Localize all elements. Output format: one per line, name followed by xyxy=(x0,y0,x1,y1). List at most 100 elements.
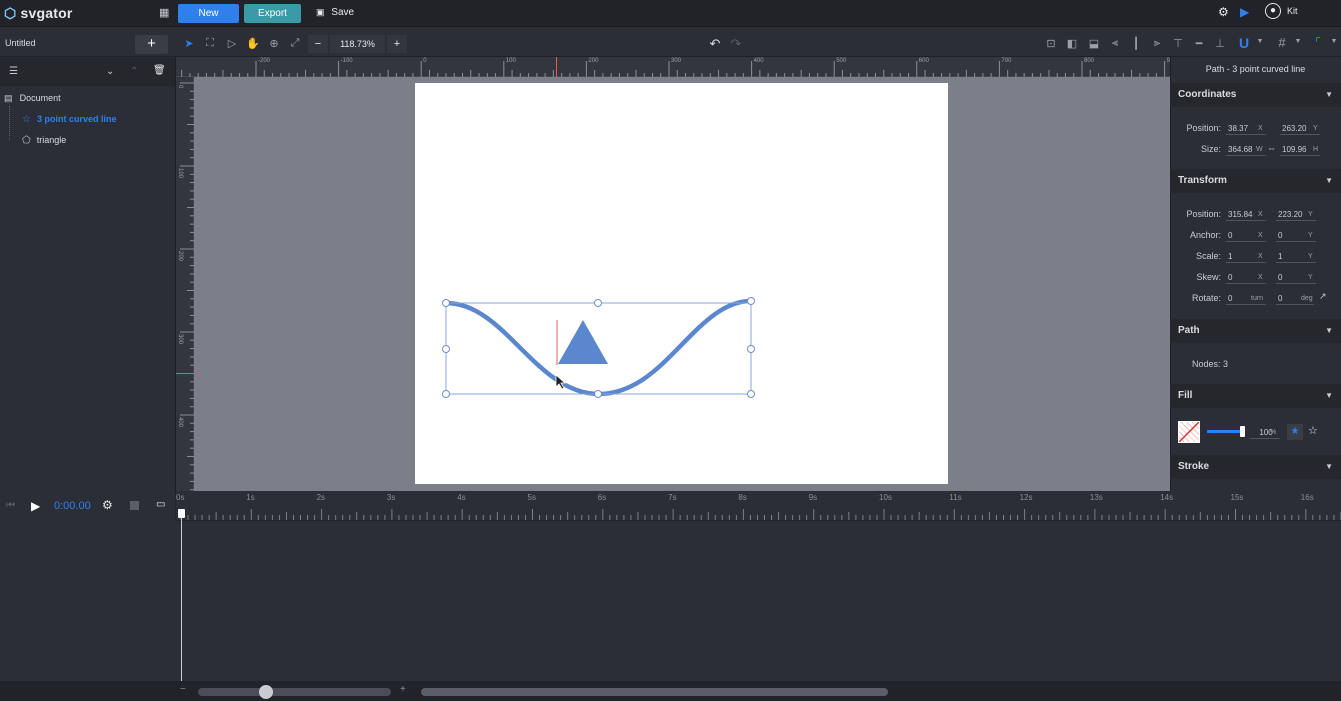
flip-vertical-icon[interactable]: ⬓ xyxy=(1086,37,1102,50)
timeline-tick-label: 13s xyxy=(1089,493,1103,502)
layer-label: 3 point curved line xyxy=(37,114,117,124)
group-icon[interactable]: ⊡ xyxy=(1043,37,1059,50)
chevron-down-icon[interactable]: ▼ xyxy=(1252,38,1268,45)
save-button[interactable]: ▣ Save xyxy=(316,7,354,18)
flip-horizontal-icon[interactable]: ◧ xyxy=(1064,37,1080,50)
export-button[interactable]: Export xyxy=(244,4,301,23)
layer-document[interactable]: ▤ Document xyxy=(4,92,174,106)
chevron-down-icon[interactable]: ▼ xyxy=(1290,38,1306,45)
selection-handle[interactable] xyxy=(594,390,602,398)
align-right-icon[interactable]: ⫸ xyxy=(1149,37,1165,50)
ruler-label: 0 xyxy=(177,85,183,89)
doc-title[interactable]: Untitled xyxy=(5,38,36,48)
timeline-zoom-out[interactable]: − xyxy=(180,684,186,695)
opacity-slider[interactable] xyxy=(1207,426,1245,437)
move-up-icon[interactable]: ⌃ xyxy=(130,66,138,77)
link-ratio-icon[interactable]: ⇔ xyxy=(1267,143,1276,153)
redo-icon[interactable]: ↷ xyxy=(728,36,744,52)
ruler-label: -200 xyxy=(258,58,271,64)
align-left-icon[interactable]: ⫷ xyxy=(1107,37,1123,50)
selection-handle[interactable] xyxy=(747,345,755,353)
selection-handle[interactable] xyxy=(594,299,602,307)
user-name[interactable]: Kit xyxy=(1287,6,1298,16)
tree-line xyxy=(9,106,10,140)
add-layer-button[interactable]: + xyxy=(135,35,168,54)
ruler-label: 300 xyxy=(177,334,183,345)
transform-tool-icon[interactable]: ⛶ xyxy=(202,37,218,50)
rotate-handle-icon[interactable]: ↗ xyxy=(1319,291,1327,302)
ruler-label: 800 xyxy=(1084,58,1095,64)
selection-handle[interactable] xyxy=(442,299,450,307)
opacity-slider-handle[interactable] xyxy=(1240,426,1245,437)
path-section-header[interactable]: Path ▼ xyxy=(1170,319,1341,343)
new-project-button[interactable]: New Project xyxy=(178,4,239,38)
y-unit: Y xyxy=(1308,211,1313,218)
hand-tool-icon[interactable]: ✋ xyxy=(245,37,261,50)
play-button-icon[interactable]: ▶ xyxy=(31,499,40,513)
current-time[interactable]: 0:00.00 xyxy=(54,500,91,512)
fill-swatch-none[interactable] xyxy=(1178,421,1200,443)
fill-section-header[interactable]: Fill ▼ xyxy=(1170,384,1341,408)
stop-square-icon[interactable] xyxy=(130,501,139,510)
align-center-icon[interactable]: ┃ xyxy=(1128,37,1144,50)
timeline-horizontal-scrollbar[interactable] xyxy=(421,688,888,696)
align-middle-icon[interactable]: ━ xyxy=(1191,37,1207,50)
align-top-icon[interactable]: ⊤ xyxy=(1170,37,1186,50)
layer-3-point-curved-line[interactable]: ☆ 3 point curved line xyxy=(22,113,172,127)
grid-icon[interactable]: # xyxy=(1274,35,1290,50)
collapse-chevron-icon[interactable]: ⌄ xyxy=(106,66,114,77)
zoom-in-button[interactable]: + xyxy=(387,35,407,53)
logo-text: svgator xyxy=(20,5,73,21)
app-logo[interactable]: ⬡ svgator xyxy=(4,5,73,22)
skip-start-icon[interactable]: ⏮ xyxy=(6,500,15,511)
undo-icon[interactable]: ↶ xyxy=(707,36,723,52)
x-unit: X xyxy=(1258,211,1263,218)
settings-gear-icon[interactable]: ⚙ xyxy=(1218,5,1229,19)
layers-toolbar: ☰ ⌄ ⌃ 🗑 xyxy=(0,58,175,86)
triangle-shape[interactable] xyxy=(558,320,608,364)
ruler-label: 600 xyxy=(918,58,929,64)
fit-screen-icon[interactable]: ⤢ xyxy=(287,37,303,50)
apps-grid-icon[interactable]: ▦ xyxy=(159,6,169,19)
timeline-tick-label: 4s xyxy=(457,493,466,502)
coordinates-section-header[interactable]: Coordinates ▼ xyxy=(1170,83,1341,107)
inspector-title: Path - 3 point curved line xyxy=(1205,64,1306,74)
skew-label: Skew: xyxy=(1196,272,1221,282)
favorite-outline-star-icon[interactable]: ☆ xyxy=(1308,424,1318,437)
trash-icon[interactable]: 🗑 xyxy=(153,65,166,76)
selection-handle[interactable] xyxy=(747,297,755,305)
zoom-level[interactable]: 118.73% xyxy=(330,35,385,53)
scale-label: Scale: xyxy=(1195,251,1221,261)
timeline-zoom-handle[interactable] xyxy=(259,685,273,699)
layer-triangle[interactable]: ⬠ triangle xyxy=(22,134,172,148)
playhead-handle[interactable] xyxy=(178,509,185,518)
timeline-zoom-slider[interactable] xyxy=(198,688,391,696)
timeline-view-icon[interactable]: ▭ xyxy=(156,499,165,510)
stroke-section-header[interactable]: Stroke ▼ xyxy=(1170,455,1341,479)
chevron-down-icon: ▼ xyxy=(1325,326,1333,335)
timeline-settings-icon[interactable]: ⚙ xyxy=(102,498,113,512)
user-avatar-icon[interactable]: ● xyxy=(1265,3,1281,19)
zoom-out-button[interactable]: − xyxy=(308,35,328,53)
selection-handle[interactable] xyxy=(747,390,755,398)
timeline-tick-label: 0s xyxy=(176,493,185,502)
favorite-filled-star-icon[interactable]: ★ xyxy=(1287,424,1303,440)
selection-handle[interactable] xyxy=(442,345,450,353)
zoom-tool-icon[interactable]: ⊕ xyxy=(266,37,282,50)
corner-guides-icon[interactable]: ⌜ xyxy=(1310,35,1326,51)
ruler-ticks xyxy=(180,82,194,491)
transform-section-header[interactable]: Transform ▼ xyxy=(1170,169,1341,193)
timeline-zoom-in[interactable]: + xyxy=(400,684,406,695)
node-tool-icon[interactable]: ▷ xyxy=(224,37,240,50)
chevron-down-icon[interactable]: ▼ xyxy=(1326,38,1341,45)
align-bottom-icon[interactable]: ⊥ xyxy=(1212,37,1228,50)
magnet-snap-icon[interactable]: U xyxy=(1236,35,1252,51)
layers-menu-icon[interactable]: ☰ xyxy=(9,66,18,77)
play-preview-icon[interactable]: ▶ xyxy=(1240,5,1249,19)
timeline-tick-label: 7s xyxy=(668,493,677,502)
timeline-ruler[interactable]: 0s 1s 2s 3s 4s 5s 6s 7s 8s 9s 10s 11s 12s 13s 14s 15s 16… xyxy=(176,491,1341,521)
toolbar: Untitled + ➤ ⛶ ▷ ✋ ⊕ ⤢ − 118.73% + ↶ ↷ ⊡… xyxy=(0,27,1341,57)
selection-handle[interactable] xyxy=(442,390,450,398)
transform-position-label: Position: xyxy=(1186,209,1221,219)
select-tool-icon[interactable]: ➤ xyxy=(181,37,197,50)
